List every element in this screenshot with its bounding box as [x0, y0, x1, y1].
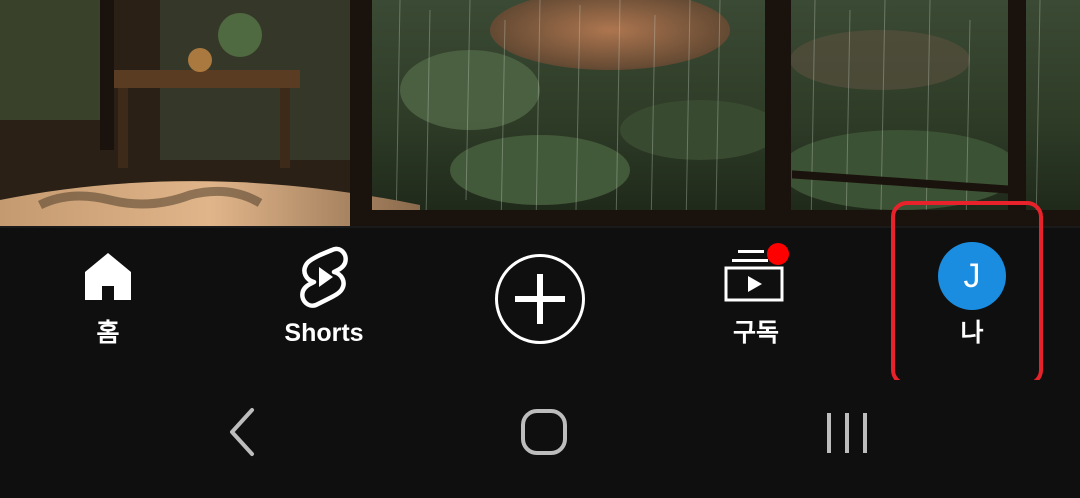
recents-icon[interactable]: [822, 404, 872, 460]
video-player-thumbnail[interactable]: [0, 0, 1080, 228]
create-button[interactable]: [432, 228, 648, 380]
nav-label-subscriptions: 구독: [732, 319, 779, 347]
nav-item-home[interactable]: 홈: [0, 228, 216, 380]
nav-label-you: 나: [960, 319, 984, 347]
system-navigation-bar: [0, 380, 1080, 498]
subscriptions-icon: [724, 243, 789, 302]
bottom-navigation-bar: 홈 Shorts 구독 J 나: [0, 228, 1080, 380]
home-circle-icon[interactable]: [518, 404, 570, 460]
shorts-icon: [300, 246, 348, 308]
nav-item-subscriptions[interactable]: 구독: [648, 228, 864, 380]
notification-badge: [767, 243, 789, 265]
nav-label-home: 홈: [96, 319, 120, 347]
home-icon: [85, 253, 131, 300]
avatar: J: [938, 242, 1006, 310]
back-icon[interactable]: [222, 404, 262, 460]
nav-item-you[interactable]: J 나: [864, 228, 1080, 380]
nav-label-shorts: Shorts: [284, 319, 364, 347]
nav-item-shorts[interactable]: Shorts: [216, 228, 432, 380]
rainy-garden-scene: [0, 0, 1080, 228]
plus-circle-icon: [495, 254, 585, 344]
